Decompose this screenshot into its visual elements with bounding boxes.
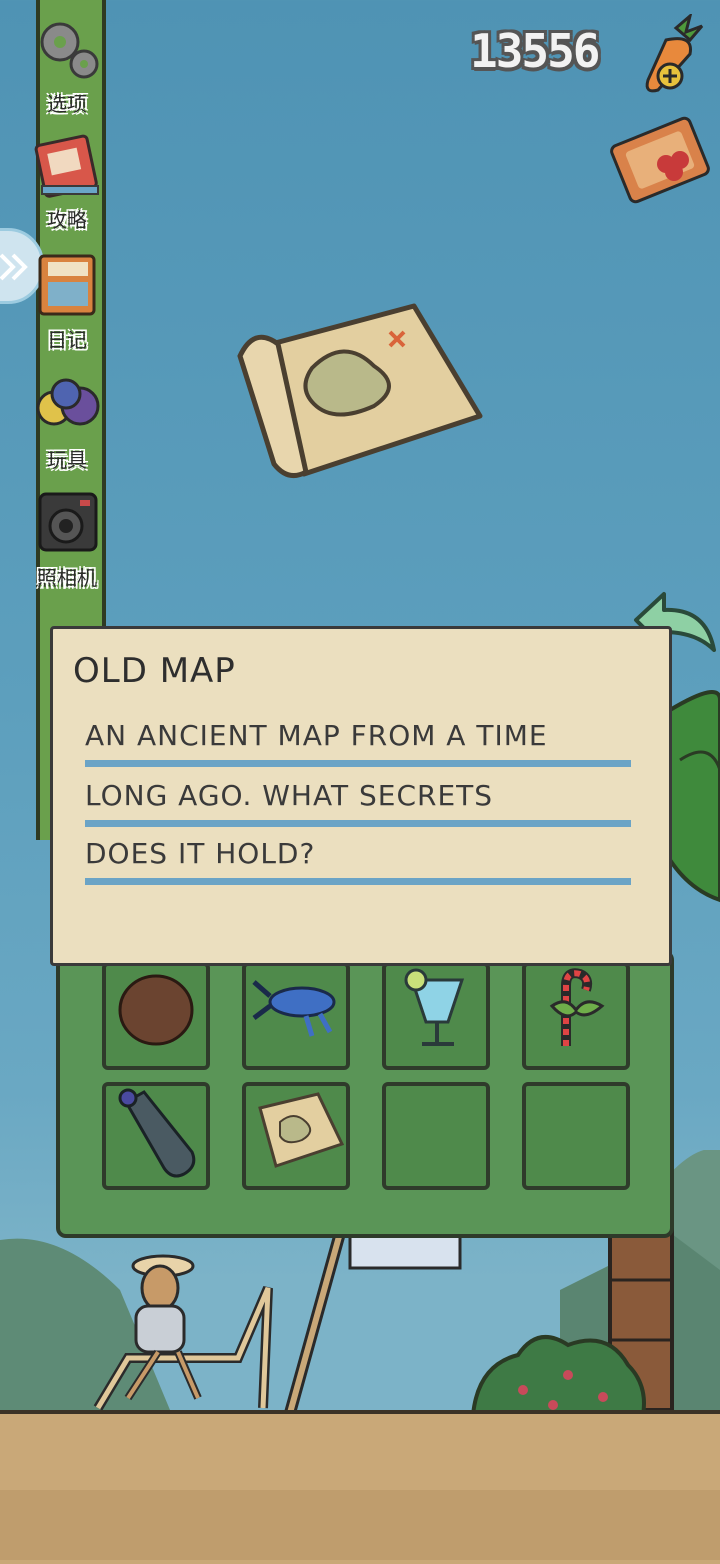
- flower-bush: [470, 1335, 646, 1417]
- inventory-slot-old-map[interactable]: [242, 1082, 350, 1190]
- sidebar-item-label: 日记: [47, 328, 87, 352]
- sidebar-item-guide[interactable]: 攻略: [22, 130, 112, 233]
- coconut-icon: [118, 974, 194, 1046]
- carrot-count: 13556: [470, 24, 600, 78]
- ticket-icon[interactable]: [608, 112, 716, 208]
- item-description-line: AN ANCIENT MAP FROM A TIME: [85, 719, 631, 767]
- plastic-bottle-icon: [118, 1088, 196, 1178]
- inventory-slot-candy-cane[interactable]: [522, 962, 630, 1070]
- sidebar-item-label: 选项: [47, 92, 87, 116]
- guide-book-icon: [34, 134, 99, 198]
- gear-icon: [40, 22, 99, 79]
- lobster-icon: [252, 980, 336, 1037]
- item-title: OLD MAP: [73, 651, 236, 691]
- candy-cane-icon: [549, 968, 605, 1046]
- sidebar-item-camera[interactable]: 照相机: [22, 488, 112, 591]
- sidebar-item-toys[interactable]: 玩具: [22, 370, 112, 473]
- camera-icon: [38, 492, 98, 552]
- inventory-panel: [56, 950, 674, 1238]
- old-map-icon: [258, 1092, 345, 1168]
- inventory-slot-empty[interactable]: [382, 1082, 490, 1190]
- inventory-slot-bottle[interactable]: [102, 1082, 210, 1190]
- sand-foreground: [0, 1490, 720, 1560]
- inventory-slot-drink[interactable]: [382, 962, 490, 1070]
- sidebar-item-diary[interactable]: 日记: [22, 250, 112, 353]
- sidebar-item-options[interactable]: 选项: [22, 14, 112, 117]
- toys-icon: [36, 378, 100, 426]
- tropical-drink-icon: [404, 968, 465, 1046]
- rabbit-on-lounge-chair: [93, 1254, 273, 1411]
- inventory-slot-coconut[interactable]: [102, 962, 210, 1070]
- beach-umbrella: [284, 1228, 462, 1415]
- sidebar-item-label: 攻略: [47, 208, 87, 232]
- inventory-slot-lobster[interactable]: [242, 962, 350, 1070]
- diary-icon: [38, 254, 96, 316]
- sidebar-item-label: 玩具: [47, 448, 87, 472]
- item-description-panel: OLD MAP AN ANCIENT MAP FROM A TIME LONG …: [50, 626, 672, 966]
- item-description-line: LONG AGO. WHAT SECRETS: [85, 779, 631, 827]
- carrot-plus-icon[interactable]: [636, 14, 706, 96]
- sidebar-item-label: 照相机: [37, 566, 97, 590]
- old-map-preview: [237, 303, 483, 479]
- item-description-line: DOES IT HOLD?: [85, 837, 631, 885]
- inventory-slot-empty[interactable]: [522, 1082, 630, 1190]
